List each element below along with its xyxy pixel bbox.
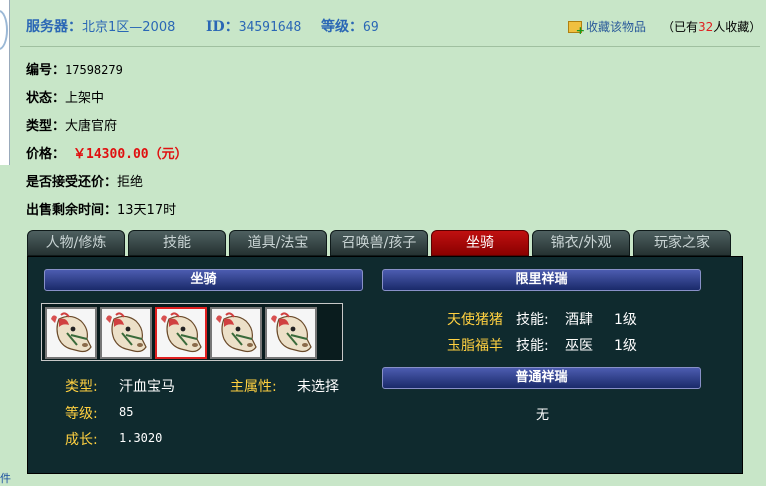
price-label: 价格：	[26, 147, 66, 162]
fav-prefix: （已有	[662, 20, 699, 34]
price-row: 价格： ￥14300.00（元）	[26, 143, 188, 162]
folder-add-icon	[568, 21, 585, 37]
tab-character[interactable]: 人物/修炼	[27, 230, 125, 256]
normal-value: 无	[536, 408, 550, 423]
mount-main-attr-label: 主属性:	[230, 379, 277, 395]
header-divider	[20, 46, 760, 47]
favorite-label: 收藏该物品	[586, 20, 647, 34]
horse-icon	[157, 309, 205, 357]
tab-summons[interactable]: 召唤兽/孩子	[330, 230, 428, 256]
bargain-row: 是否接受还价：拒绝	[26, 171, 143, 190]
left-edge-text: 件	[0, 472, 11, 485]
remaining-row: 出售剩余时间：13天17时	[26, 199, 176, 218]
mount-growth-value: 1.3020	[119, 431, 163, 445]
mount-growth-label: 成长:	[65, 432, 98, 448]
mount-main-attr-value: 未选择	[297, 379, 339, 395]
number-label: 编号：	[26, 63, 66, 78]
mount-level-label: 等级:	[65, 406, 98, 422]
horse-icon	[102, 309, 150, 357]
limited-skill-value: 酒肆	[565, 312, 593, 328]
tab-mount[interactable]: 坐骑	[431, 230, 529, 256]
detail-tabs: 人物/修炼 技能 道具/法宝 召唤兽/孩子 坐骑 锦衣/外观 玩家之家	[27, 230, 743, 256]
horse-icon	[212, 309, 260, 357]
mount-type-value: 汗血宝马	[119, 379, 175, 395]
type-value: 大唐官府	[65, 119, 118, 134]
bargain-label: 是否接受还价：	[26, 175, 118, 190]
limited-skill-label: 技能:	[516, 312, 549, 328]
tab-outfit[interactable]: 锦衣/外观	[532, 230, 630, 256]
server-value: 北京1区—2008	[82, 20, 176, 35]
mount-level-value: 85	[119, 405, 134, 419]
number-row: 编号：17598279	[26, 59, 123, 78]
server-info: 服务器：北京1区—2008	[26, 16, 175, 36]
level-value: 69	[363, 20, 379, 35]
limited-item-name: 天使猪猪	[447, 312, 503, 328]
server-label: 服务器：	[26, 19, 82, 35]
bargain-value: 拒绝	[117, 175, 144, 190]
type-label: 类型：	[26, 119, 66, 134]
limited-skill-label: 技能:	[516, 338, 549, 354]
status-label: 状态：	[26, 91, 66, 106]
mount-slot[interactable]	[265, 307, 317, 359]
mount-selector	[41, 303, 343, 361]
header-bar: 服务器：北京1区—2008 ID：34591648 等级：69 收藏该物品 （已…	[26, 16, 761, 37]
avatar-edge	[0, 0, 10, 165]
limited-skill-value: 巫医	[565, 338, 593, 354]
type-row: 类型：大唐官府	[26, 115, 117, 134]
limited-skill-level: 1级	[614, 338, 637, 354]
fav-suffix: 人收藏）	[713, 20, 762, 34]
status-row: 状态：上架中	[26, 87, 104, 106]
id-value: 34591648	[238, 20, 302, 35]
tab-skills[interactable]: 技能	[128, 230, 226, 256]
price-value: ￥14300.00（元）	[73, 147, 188, 162]
remaining-label: 出售剩余时间：	[26, 203, 118, 218]
mount-type-label: 类型:	[65, 379, 98, 395]
level-info: 等级：69	[321, 16, 379, 36]
remaining-value: 13天17时	[117, 203, 177, 218]
tab-home[interactable]: 玩家之家	[633, 230, 731, 256]
level-label: 等级：	[321, 19, 363, 35]
tab-items[interactable]: 道具/法宝	[229, 230, 327, 256]
favorite-link[interactable]: 收藏该物品	[568, 18, 647, 37]
normal-section-title: 普通祥瑞	[382, 367, 701, 389]
fav-count-number: 32	[698, 20, 714, 34]
horse-icon	[267, 309, 315, 357]
mount-slot-selected[interactable]	[155, 307, 207, 359]
mount-slot[interactable]	[210, 307, 262, 359]
horse-icon	[47, 309, 95, 357]
mount-slot[interactable]	[45, 307, 97, 359]
number-value: 17598279	[65, 63, 123, 77]
id-label: ID：	[206, 19, 239, 35]
limited-section-title: 限里祥瑞	[382, 269, 701, 291]
favorite-count: （已有32人收藏）	[662, 18, 761, 35]
mount-section-title: 坐骑	[44, 269, 363, 291]
limited-item-name: 玉脂福羊	[447, 338, 503, 354]
mount-slot[interactable]	[100, 307, 152, 359]
status-value: 上架中	[65, 91, 105, 106]
id-info: ID：34591648	[206, 16, 301, 36]
limited-skill-level: 1级	[614, 312, 637, 328]
